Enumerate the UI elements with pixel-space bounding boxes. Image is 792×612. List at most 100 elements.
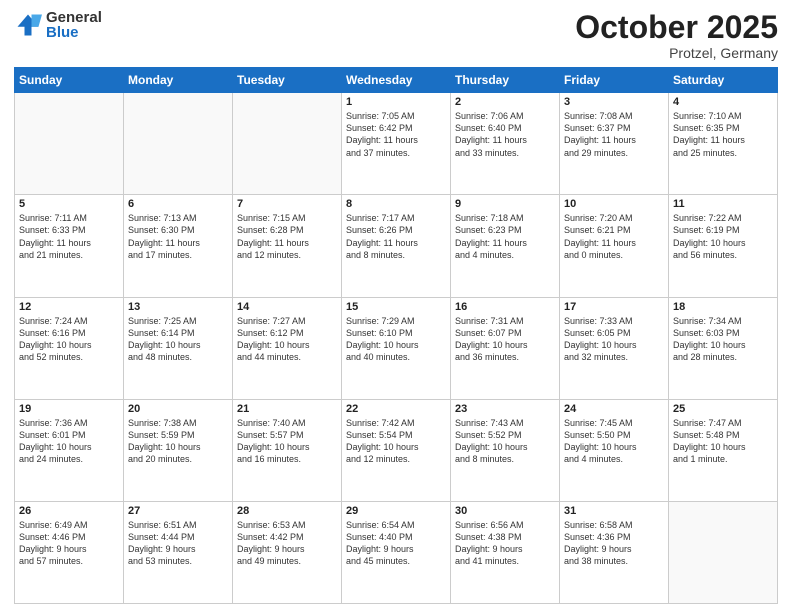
day-number: 3 [564,96,664,108]
col-wednesday: Wednesday [342,68,451,93]
table-row: 22 Sunrise: 7:42 AM Sunset: 5:54 PM Dayli… [342,399,451,501]
table-row: 7 Sunrise: 7:15 AM Sunset: 6:28 PM Daylig… [233,195,342,297]
day-number: 14 [237,301,337,313]
day-number: 23 [455,403,555,415]
table-row: 28 Sunrise: 6:53 AM Sunset: 4:42 PM Dayli… [233,501,342,603]
title-block: October 2025 Protzel, Germany [575,10,778,61]
table-row [669,501,778,603]
table-row: 13Sunrise: 7:25 AM Sunset: 6:14 PM Dayli… [124,297,233,399]
day-info: Sunrise: 7:10 AM Sunset: 6:35 PM Dayligh… [673,110,773,159]
calendar-week-row: 1 Sunrise: 7:05 AM Sunset: 6:42 PM Daylig… [15,93,778,195]
day-number: 18 [673,301,773,313]
month-title: October 2025 [575,10,778,45]
day-number: 8 [346,198,446,210]
table-row: 25 Sunrise: 7:47 AM Sunset: 5:48 PM Dayli… [669,399,778,501]
table-row: 1 Sunrise: 7:05 AM Sunset: 6:42 PM Daylig… [342,93,451,195]
day-info: Sunrise: 6:49 AM Sunset: 4:46 PM Dayligh… [19,519,119,568]
day-info: Sunrise: 7:42 AM Sunset: 5:54 PM Dayligh… [346,417,446,466]
day-number: 19 [19,403,119,415]
day-number: 15 [346,301,446,313]
table-row: 19Sunrise: 7:36 AM Sunset: 6:01 PM Dayli… [15,399,124,501]
logo-general-text: General [46,10,102,25]
day-number: 17 [564,301,664,313]
table-row [233,93,342,195]
day-number: 7 [237,198,337,210]
day-info: Sunrise: 7:34 AM Sunset: 6:03 PM Dayligh… [673,315,773,364]
table-row: 21Sunrise: 7:40 AM Sunset: 5:57 PM Dayli… [233,399,342,501]
day-info: Sunrise: 7:18 AM Sunset: 6:23 PM Dayligh… [455,212,555,261]
col-monday: Monday [124,68,233,93]
day-number: 28 [237,505,337,517]
day-number: 2 [455,96,555,108]
day-number: 20 [128,403,228,415]
day-info: Sunrise: 7:15 AM Sunset: 6:28 PM Dayligh… [237,212,337,261]
col-sunday: Sunday [15,68,124,93]
day-info: Sunrise: 7:24 AM Sunset: 6:16 PM Dayligh… [19,315,119,364]
day-info: Sunrise: 6:53 AM Sunset: 4:42 PM Dayligh… [237,519,337,568]
table-row: 17Sunrise: 7:33 AM Sunset: 6:05 PM Dayli… [560,297,669,399]
day-number: 22 [346,403,446,415]
day-number: 10 [564,198,664,210]
calendar-table: Sunday Monday Tuesday Wednesday Thursday… [14,67,778,604]
table-row: 24 Sunrise: 7:45 AM Sunset: 5:50 PM Dayli… [560,399,669,501]
table-row: 15 Sunrise: 7:29 AM Sunset: 6:10 PM Dayli… [342,297,451,399]
day-info: Sunrise: 7:43 AM Sunset: 5:52 PM Dayligh… [455,417,555,466]
table-row: 31 Sunrise: 6:58 AM Sunset: 4:36 PM Dayli… [560,501,669,603]
col-thursday: Thursday [451,68,560,93]
table-row: 3 Sunrise: 7:08 AM Sunset: 6:37 PM Daylig… [560,93,669,195]
day-number: 6 [128,198,228,210]
day-info: Sunrise: 7:27 AM Sunset: 6:12 PM Dayligh… [237,315,337,364]
table-row [124,93,233,195]
day-number: 16 [455,301,555,313]
logo-blue-text: Blue [46,25,102,40]
table-row: 27Sunrise: 6:51 AM Sunset: 4:44 PM Dayli… [124,501,233,603]
calendar-header-row: Sunday Monday Tuesday Wednesday Thursday… [15,68,778,93]
header: General Blue October 2025 Protzel, Germa… [14,10,778,61]
day-number: 5 [19,198,119,210]
day-info: Sunrise: 6:58 AM Sunset: 4:36 PM Dayligh… [564,519,664,568]
day-info: Sunrise: 7:17 AM Sunset: 6:26 PM Dayligh… [346,212,446,261]
day-info: Sunrise: 7:13 AM Sunset: 6:30 PM Dayligh… [128,212,228,261]
day-number: 11 [673,198,773,210]
table-row: 16Sunrise: 7:31 AM Sunset: 6:07 PM Dayli… [451,297,560,399]
day-number: 13 [128,301,228,313]
day-number: 30 [455,505,555,517]
table-row: 23 Sunrise: 7:43 AM Sunset: 5:52 PM Dayli… [451,399,560,501]
table-row: 8 Sunrise: 7:17 AM Sunset: 6:26 PM Daylig… [342,195,451,297]
logo: General Blue [14,10,102,40]
day-info: Sunrise: 7:38 AM Sunset: 5:59 PM Dayligh… [128,417,228,466]
calendar-week-row: 26Sunrise: 6:49 AM Sunset: 4:46 PM Dayli… [15,501,778,603]
day-info: Sunrise: 7:08 AM Sunset: 6:37 PM Dayligh… [564,110,664,159]
table-row: 4 Sunrise: 7:10 AM Sunset: 6:35 PM Daylig… [669,93,778,195]
day-info: Sunrise: 7:45 AM Sunset: 5:50 PM Dayligh… [564,417,664,466]
table-row: 11 Sunrise: 7:22 AM Sunset: 6:19 PM Dayli… [669,195,778,297]
day-number: 9 [455,198,555,210]
day-info: Sunrise: 7:20 AM Sunset: 6:21 PM Dayligh… [564,212,664,261]
day-info: Sunrise: 6:56 AM Sunset: 4:38 PM Dayligh… [455,519,555,568]
logo-text: General Blue [46,10,102,40]
table-row: 6 Sunrise: 7:13 AM Sunset: 6:30 PM Daylig… [124,195,233,297]
table-row [15,93,124,195]
day-number: 31 [564,505,664,517]
day-info: Sunrise: 7:29 AM Sunset: 6:10 PM Dayligh… [346,315,446,364]
day-info: Sunrise: 7:47 AM Sunset: 5:48 PM Dayligh… [673,417,773,466]
day-info: Sunrise: 7:11 AM Sunset: 6:33 PM Dayligh… [19,212,119,261]
col-saturday: Saturday [669,68,778,93]
day-number: 24 [564,403,664,415]
day-info: Sunrise: 7:06 AM Sunset: 6:40 PM Dayligh… [455,110,555,159]
table-row: 30 Sunrise: 6:56 AM Sunset: 4:38 PM Dayli… [451,501,560,603]
table-row: 18 Sunrise: 7:34 AM Sunset: 6:03 PM Dayli… [669,297,778,399]
table-row: 14 Sunrise: 7:27 AM Sunset: 6:12 PM Dayli… [233,297,342,399]
day-info: Sunrise: 7:22 AM Sunset: 6:19 PM Dayligh… [673,212,773,261]
table-row: 2 Sunrise: 7:06 AM Sunset: 6:40 PM Daylig… [451,93,560,195]
calendar-week-row: 19Sunrise: 7:36 AM Sunset: 6:01 PM Dayli… [15,399,778,501]
day-number: 1 [346,96,446,108]
location: Protzel, Germany [575,45,778,61]
day-number: 25 [673,403,773,415]
table-row: 10 Sunrise: 7:20 AM Sunset: 6:21 PM Dayli… [560,195,669,297]
day-number: 4 [673,96,773,108]
day-info: Sunrise: 7:05 AM Sunset: 6:42 PM Dayligh… [346,110,446,159]
day-number: 21 [237,403,337,415]
logo-icon [14,11,42,39]
calendar-week-row: 5 Sunrise: 7:11 AM Sunset: 6:33 PM Daylig… [15,195,778,297]
